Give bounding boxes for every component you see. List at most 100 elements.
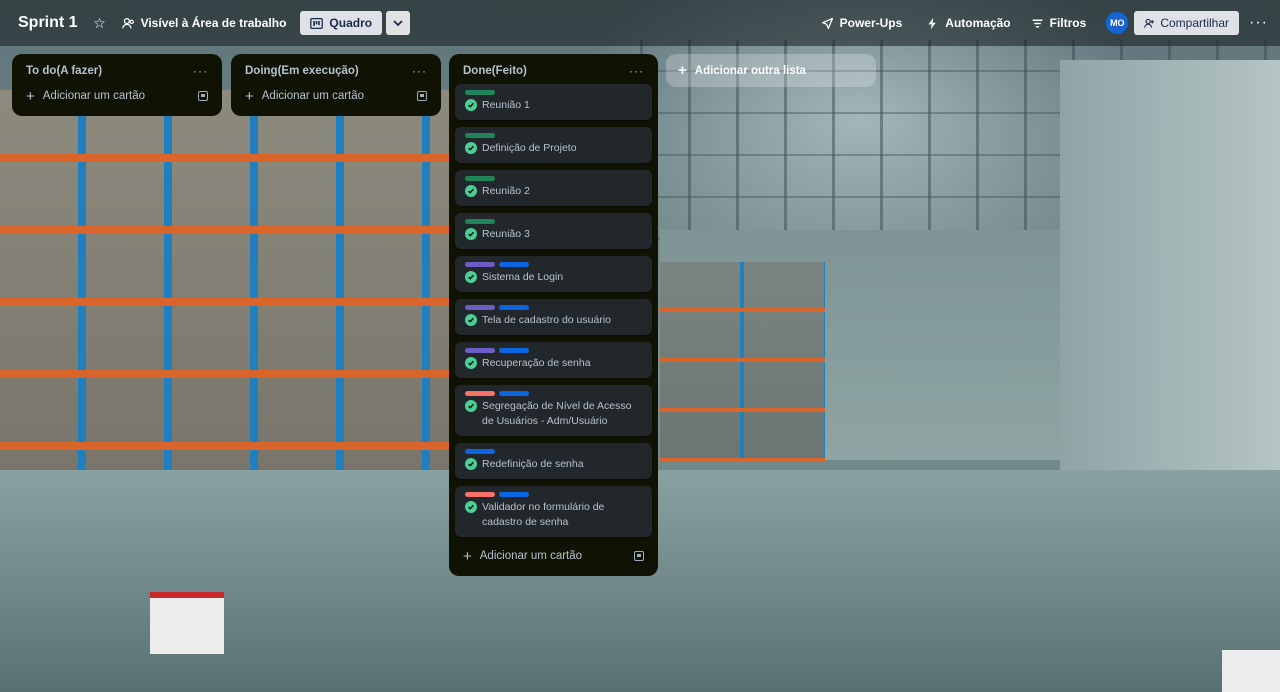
add-card-label: Adicionar um cartão bbox=[42, 90, 146, 102]
card[interactable]: Segregação de Nível de Acesso de Usuário… bbox=[455, 385, 652, 436]
template-icon[interactable] bbox=[417, 91, 427, 101]
card-label[interactable] bbox=[499, 348, 529, 353]
card[interactable]: Validador no formulário de cadastro de s… bbox=[455, 486, 652, 537]
filters-button[interactable]: Filtros bbox=[1023, 11, 1095, 35]
card-body: Redefinição de senha bbox=[465, 457, 644, 472]
card-body: Segregação de Nível de Acesso de Usuário… bbox=[465, 399, 644, 429]
card-title: Segregação de Nível de Acesso de Usuário… bbox=[482, 400, 632, 427]
board-title[interactable]: Sprint 1 bbox=[10, 10, 86, 36]
card[interactable]: Reunião 1 bbox=[455, 84, 652, 120]
add-card-button[interactable]: + Adicionar um cartão bbox=[455, 544, 652, 568]
add-card-button[interactable]: + Adicionar um cartão bbox=[237, 84, 435, 108]
view-switcher-button[interactable] bbox=[386, 11, 411, 35]
card[interactable]: Sistema de Login bbox=[455, 256, 652, 292]
card-label[interactable] bbox=[465, 262, 495, 267]
chevron-down-icon bbox=[393, 20, 403, 27]
card-labels bbox=[465, 90, 644, 95]
add-card-label: Adicionar um cartão bbox=[479, 550, 583, 562]
card-labels bbox=[465, 492, 644, 497]
card-label[interactable] bbox=[465, 133, 495, 138]
card-title: Sistema de Login bbox=[482, 271, 564, 283]
visibility-button[interactable]: Visível à Área de trabalho bbox=[114, 11, 295, 35]
card-labels bbox=[465, 262, 644, 267]
add-list-button[interactable]: + Adicionar outra lista bbox=[666, 54, 876, 87]
workspace-users-icon bbox=[121, 17, 134, 28]
list-menu-icon[interactable]: ··· bbox=[629, 64, 644, 78]
card-title: Reunião 2 bbox=[482, 185, 530, 197]
card-title: Reunião 3 bbox=[482, 228, 530, 240]
card[interactable]: Reunião 3 bbox=[455, 213, 652, 249]
board-header: Sprint 1 ☆ Visível à Área de trabalho Qu… bbox=[0, 0, 1280, 46]
card-label[interactable] bbox=[465, 305, 495, 310]
check-circle-icon[interactable] bbox=[465, 271, 477, 283]
card-label[interactable] bbox=[465, 449, 495, 454]
check-circle-icon[interactable] bbox=[465, 501, 477, 513]
share-button[interactable]: Compartilhar bbox=[1134, 11, 1240, 35]
card[interactable]: Redefinição de senha bbox=[455, 443, 652, 479]
card-body: Definição de Projeto bbox=[465, 141, 644, 156]
avatar[interactable]: MO bbox=[1106, 12, 1129, 34]
board-view-label: Quadro bbox=[329, 16, 373, 30]
card-label[interactable] bbox=[465, 176, 495, 181]
card-title: Reunião 1 bbox=[482, 99, 530, 111]
list-title[interactable]: To do(A fazer) bbox=[26, 65, 102, 77]
list-header: Doing(Em execução) ··· bbox=[237, 60, 435, 84]
card-label[interactable] bbox=[499, 492, 529, 497]
card-label[interactable] bbox=[499, 305, 529, 310]
list-title[interactable]: Doing(Em execução) bbox=[245, 65, 359, 77]
template-icon[interactable] bbox=[634, 551, 644, 561]
card-labels bbox=[465, 449, 644, 454]
card-label[interactable] bbox=[465, 219, 495, 224]
card-label[interactable] bbox=[465, 391, 495, 396]
check-circle-icon[interactable] bbox=[465, 185, 477, 197]
check-circle-icon[interactable] bbox=[465, 357, 477, 369]
list-doing: Doing(Em execução) ··· + Adicionar um ca… bbox=[231, 54, 441, 116]
check-circle-icon[interactable] bbox=[465, 458, 477, 470]
add-card-label: Adicionar um cartão bbox=[261, 90, 365, 102]
board-icon bbox=[310, 17, 324, 29]
add-card-button[interactable]: + Adicionar um cartão bbox=[18, 84, 216, 108]
card-title: Tela de cadastro do usuário bbox=[482, 314, 611, 326]
share-label: Compartilhar bbox=[1160, 16, 1230, 30]
card-label[interactable] bbox=[499, 262, 529, 267]
automation-label: Automação bbox=[945, 16, 1011, 30]
card-labels bbox=[465, 133, 644, 138]
card[interactable]: Tela de cadastro do usuário bbox=[455, 299, 652, 335]
card-body: Reunião 2 bbox=[465, 184, 644, 199]
filters-label: Filtros bbox=[1049, 16, 1087, 30]
check-circle-icon[interactable] bbox=[465, 142, 477, 154]
board-view-button[interactable]: Quadro bbox=[300, 11, 383, 35]
plus-icon: + bbox=[245, 87, 254, 105]
card[interactable]: Recuperação de senha bbox=[455, 342, 652, 378]
card-label[interactable] bbox=[499, 391, 529, 396]
automation-button[interactable]: Automação bbox=[918, 11, 1018, 35]
card-body: Reunião 3 bbox=[465, 227, 644, 242]
card-label[interactable] bbox=[465, 90, 495, 95]
more-menu-icon[interactable]: ··· bbox=[1249, 14, 1268, 32]
card-body: Reunião 1 bbox=[465, 98, 644, 113]
list-menu-icon[interactable]: ··· bbox=[193, 64, 208, 78]
star-icon[interactable]: ☆ bbox=[86, 9, 114, 37]
template-icon[interactable] bbox=[198, 91, 208, 101]
check-circle-icon[interactable] bbox=[465, 314, 477, 326]
list-title[interactable]: Done(Feito) bbox=[463, 65, 527, 77]
add-list-label: Adicionar outra lista bbox=[694, 64, 806, 77]
list-done: Done(Feito) ··· Reunião 1 Definição de Pr… bbox=[449, 54, 658, 576]
check-circle-icon[interactable] bbox=[465, 99, 477, 111]
list-todo: To do(A fazer) ··· + Adicionar um cartão bbox=[12, 54, 222, 116]
check-circle-icon[interactable] bbox=[465, 400, 477, 412]
powerups-button[interactable]: Power-Ups bbox=[813, 11, 911, 35]
card-label[interactable] bbox=[465, 492, 495, 497]
card-labels bbox=[465, 219, 644, 224]
check-circle-icon[interactable] bbox=[465, 228, 477, 240]
card-body: Tela de cadastro do usuário bbox=[465, 313, 644, 328]
card-labels bbox=[465, 176, 644, 181]
plus-icon: + bbox=[678, 62, 687, 79]
card[interactable]: Reunião 2 bbox=[455, 170, 652, 206]
card-list: Reunião 1 Definição de Projeto Reunião 2 Re… bbox=[455, 84, 652, 537]
powerups-label: Power-Ups bbox=[839, 16, 903, 30]
lightning-icon bbox=[928, 17, 937, 29]
card-label[interactable] bbox=[465, 348, 495, 353]
list-menu-icon[interactable]: ··· bbox=[412, 64, 427, 78]
card[interactable]: Definição de Projeto bbox=[455, 127, 652, 163]
